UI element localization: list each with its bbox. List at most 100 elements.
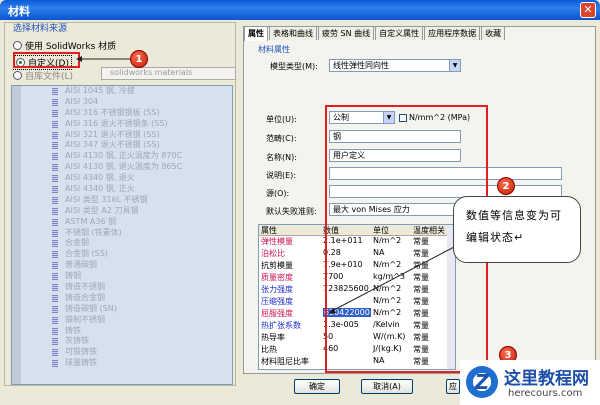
material-icon bbox=[52, 88, 58, 95]
tree-item[interactable]: 铸铁 bbox=[12, 326, 232, 337]
tree-item[interactable]: 铸造碳钢 (SN) bbox=[12, 304, 232, 315]
material-icon bbox=[52, 142, 58, 150]
tree-item-label: AISI 类型 316L 不锈钢 bbox=[65, 194, 148, 204]
cell-name: 热扩张系数 bbox=[261, 321, 301, 330]
cell-name: 泊松比 bbox=[261, 249, 285, 258]
tree-item-label: 合金钢 bbox=[65, 238, 89, 248]
header-cell: 属性 bbox=[261, 226, 277, 235]
cell-name: 热导率 bbox=[261, 333, 285, 342]
material-icon bbox=[52, 294, 58, 302]
tree-item[interactable]: AISI 304 bbox=[12, 97, 232, 108]
material-icon bbox=[52, 338, 58, 346]
tree-item-label: AISI 316 不锈钢钢板 (SS) bbox=[65, 107, 160, 117]
material-icon bbox=[52, 153, 58, 161]
tree-item-label: AISI 4130 钢, 退火温度为 865C bbox=[65, 162, 183, 172]
tab-5[interactable]: 收藏 bbox=[481, 26, 506, 40]
tree-item[interactable]: 球墨铸铁 bbox=[12, 358, 232, 369]
tree-item-label: AISI 类型 A2 刀具钢 bbox=[65, 205, 139, 215]
tree-item[interactable]: AISI 316 不锈钢钢板 (SS) bbox=[12, 108, 232, 119]
step-badge-2: 2 bbox=[497, 177, 515, 195]
tree-item[interactable]: 锻制不锈钢 bbox=[12, 315, 232, 326]
tree-item[interactable]: AISI 321 退火不锈钢 (SS) bbox=[12, 130, 232, 141]
tree-item[interactable]: AISI 4340 钢, 退火 bbox=[12, 173, 232, 184]
radio-library[interactable]: 自库文件(L) bbox=[13, 69, 73, 82]
tree-item-label: 灰铸铁 bbox=[65, 336, 89, 346]
tree-item[interactable]: 灰铸铁 bbox=[12, 336, 232, 347]
tree-item-label: AISI 347 退火不锈钢 (SS) bbox=[65, 140, 160, 150]
tree-item-label: AISI 4340 钢, 退火 bbox=[65, 173, 135, 183]
apply-button[interactable]: 应 bbox=[446, 379, 460, 394]
tree-item-label: 铸钢 bbox=[65, 271, 81, 281]
material-icon bbox=[52, 284, 58, 292]
radio-icon bbox=[13, 71, 22, 80]
tree-item[interactable]: AISI 类型 A2 刀具钢 bbox=[12, 206, 232, 217]
material-icon bbox=[52, 349, 58, 357]
tree-item-label: 可锻铸铁 bbox=[65, 347, 97, 357]
tab-strip: 属性 表格和曲线 疲劳 SN 曲线 自定义属性 应用程序数据 收藏 bbox=[244, 26, 506, 41]
tree-item[interactable]: 铸造不锈钢 bbox=[12, 282, 232, 293]
material-icon bbox=[52, 360, 58, 368]
highlight-box-custom bbox=[13, 52, 80, 68]
callout-note: 数值等信息变为可编辑状态↵ bbox=[453, 196, 581, 263]
cell-name: 压缩强度 bbox=[261, 297, 293, 306]
library-combo[interactable]: solidworks materials bbox=[101, 67, 236, 80]
tree-item[interactable]: AISI 类型 316L 不锈钢 bbox=[12, 195, 232, 206]
tab-0[interactable]: 属性 bbox=[244, 26, 268, 41]
tree-item-label: ASTM A36 钢 bbox=[65, 216, 117, 226]
cell-name: 材料阻尼比率 bbox=[261, 357, 309, 366]
tree-item-label: 合金钢 (SS) bbox=[65, 249, 108, 259]
category-label: 范畴(C): bbox=[266, 134, 297, 143]
watermark-url: herecours.com bbox=[508, 388, 583, 399]
tab-4[interactable]: 应用程序数据 bbox=[424, 26, 481, 40]
tree-item[interactable]: AISI 347 退火不锈钢 (SS) bbox=[12, 140, 232, 151]
source-label: 源(O): bbox=[266, 189, 290, 198]
material-icon bbox=[52, 251, 58, 259]
tree-item[interactable]: ASTM A36 钢 bbox=[12, 217, 232, 228]
tree-item[interactable]: 铸造合金钢 bbox=[12, 293, 232, 304]
material-icon bbox=[52, 120, 58, 128]
model-type-select[interactable]: 线性弹性同向性 ▼ bbox=[329, 59, 461, 72]
tree-item-label: 铸铁 bbox=[65, 325, 81, 335]
cancel-button[interactable]: 取消(A) bbox=[361, 379, 413, 394]
tab-2[interactable]: 疲劳 SN 曲线 bbox=[318, 26, 375, 40]
cell-name: 屈服强度 bbox=[261, 309, 293, 318]
tree-item-label: AISI 4130 钢, 正火温度为 870C bbox=[65, 151, 183, 161]
model-type-value: 线性弹性同向性 bbox=[333, 61, 389, 70]
tab-3[interactable]: 自定义属性 bbox=[375, 26, 424, 40]
tree-item[interactable]: AISI 4130 钢, 正火温度为 870C bbox=[12, 151, 232, 162]
material-icon bbox=[52, 175, 58, 183]
tab-1[interactable]: 表格和曲线 bbox=[269, 26, 317, 40]
tree-item[interactable]: AISI 4340 钢, 正火 bbox=[12, 184, 232, 195]
source-group-title: 选择材料来源 bbox=[13, 24, 68, 34]
tree-item-label: AISI 4340 钢, 正火 bbox=[65, 184, 135, 194]
close-icon[interactable]: ✕ bbox=[580, 2, 596, 18]
tree-item-label: 球墨铸铁 bbox=[65, 358, 97, 368]
material-icon bbox=[52, 164, 58, 172]
material-tree[interactable]: AISI 1045 钢, 冷拔 AISI 304 AISI 316 不锈钢钢板 (S… bbox=[11, 85, 233, 385]
tree-item[interactable]: AISI 4130 钢, 退火温度为 865C bbox=[12, 162, 232, 173]
tree-item[interactable]: 合金钢 bbox=[12, 238, 232, 249]
radio-library-label: 自库文件(L) bbox=[25, 72, 74, 82]
tree-item-label: AISI 304 bbox=[65, 96, 99, 106]
cell-name: 抗剪模量 bbox=[261, 261, 293, 270]
radio-solidworks[interactable]: 使用 SolidWorks 材质 bbox=[13, 39, 116, 52]
material-icon bbox=[52, 229, 58, 237]
tree-item[interactable]: 普通碳钢 bbox=[12, 260, 232, 271]
tree-item-label: AISI 321 退火不锈钢 (SS) bbox=[65, 129, 160, 139]
ok-button[interactable]: 确定 bbox=[294, 379, 340, 394]
tree-item[interactable]: 合金钢 (SS) bbox=[12, 249, 232, 260]
tree-item[interactable]: 不锈钢 (铁素体) bbox=[12, 228, 232, 239]
step-badge-1: 1 bbox=[130, 50, 148, 68]
radio-solidworks-label: 使用 SolidWorks 材质 bbox=[25, 42, 117, 52]
tree-item[interactable]: AISI 1045 钢, 冷拔 bbox=[12, 86, 232, 97]
description-label: 说明(E): bbox=[266, 171, 296, 180]
material-icon bbox=[52, 316, 58, 324]
name-label: 名称(N): bbox=[266, 153, 297, 162]
material-icon bbox=[52, 262, 58, 270]
window-title: 材料 bbox=[8, 5, 30, 18]
radio-icon bbox=[13, 41, 22, 50]
tree-item[interactable]: 铸钢 bbox=[12, 271, 232, 282]
unit-label: 单位(U): bbox=[266, 115, 297, 124]
tree-item[interactable]: AISI 316 退火不锈钢条 (SS) bbox=[12, 119, 232, 130]
tree-item[interactable]: 可锻铸铁 bbox=[12, 347, 232, 358]
